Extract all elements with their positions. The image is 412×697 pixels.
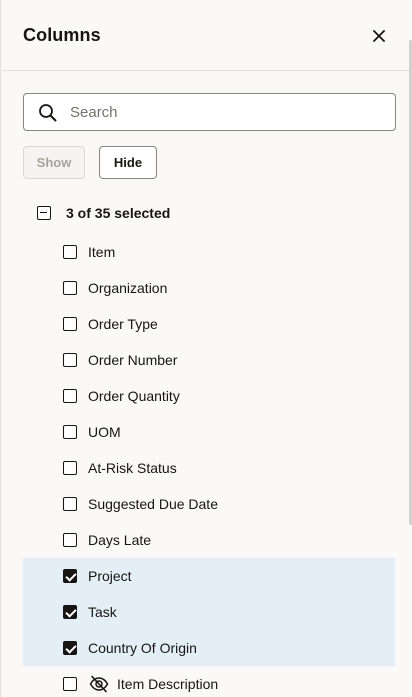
checkbox[interactable] [63,497,77,511]
select-all-row[interactable]: 3 of 35 selected [37,203,170,223]
column-label: At-Risk Status [88,460,177,476]
column-label: Order Type [88,316,158,332]
checkbox[interactable] [63,317,77,331]
selection-summary: 3 of 35 selected [66,205,171,221]
checkbox-checked[interactable] [63,605,77,619]
column-label: Country Of Origin [88,640,197,656]
checkbox[interactable] [63,461,77,475]
panel-header: Columns [1,0,411,71]
checkbox[interactable] [63,353,77,367]
column-row[interactable]: At-Risk Status [23,450,395,486]
column-row[interactable]: Project [23,558,395,594]
column-row[interactable]: UOM [23,414,395,450]
search-icon [39,104,57,122]
column-list: Item Organization Order Type Order Number Or… [23,234,395,697]
search-field[interactable] [23,93,396,131]
columns-panel: Columns Show Hide 3 of 35 selected Item O… [0,0,412,697]
column-row[interactable]: Order Type [23,306,395,342]
show-button[interactable]: Show [23,146,85,179]
checkbox-checked[interactable] [63,641,77,655]
column-label: Order Quantity [88,388,180,404]
column-label: Item Description [117,676,219,692]
column-label: Organization [88,280,168,296]
panel-title: Columns [23,25,101,45]
hide-button[interactable]: Hide [99,146,157,179]
checkbox[interactable] [63,533,77,547]
column-label: Item [88,244,116,260]
column-row[interactable]: Country Of Origin [23,630,395,666]
column-label: Order Number [88,352,178,368]
checkbox[interactable] [63,677,77,691]
close-icon [373,30,385,42]
column-row[interactable]: Task [23,594,395,630]
checkbox[interactable] [63,281,77,295]
column-label: Days Late [88,532,152,548]
column-row[interactable]: Days Late [23,522,395,558]
column-label: UOM [88,424,121,440]
column-row[interactable]: Order Number [23,342,395,378]
column-row[interactable]: Item Description [23,666,395,697]
column-row[interactable]: Order Quantity [23,378,395,414]
column-label: Project [88,568,132,584]
search-input[interactable] [70,95,388,129]
eye-off-icon [89,675,109,693]
checkbox[interactable] [63,425,77,439]
column-label: Task [88,604,117,620]
column-label: Suggested Due Date [88,496,218,512]
checkbox[interactable] [63,245,77,259]
checkbox[interactable] [63,389,77,403]
close-button[interactable] [365,22,393,50]
select-all-checkbox[interactable] [37,206,51,220]
checkbox-checked[interactable] [63,569,77,583]
column-row[interactable]: Item [23,234,395,270]
column-row[interactable]: Organization [23,270,395,306]
column-row[interactable]: Suggested Due Date [23,486,395,522]
